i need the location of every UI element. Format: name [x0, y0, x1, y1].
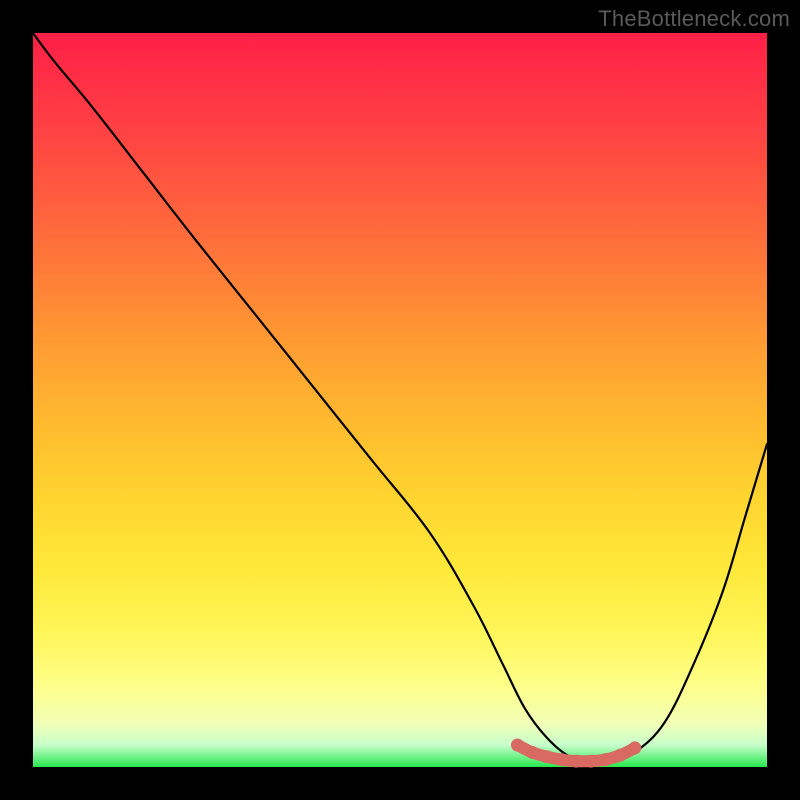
chart-frame: TheBottleneck.com	[0, 0, 800, 800]
plot-area	[33, 33, 767, 767]
bottom-marker-dots	[511, 738, 641, 767]
curve-layer	[33, 33, 767, 767]
bottleneck-curve	[33, 33, 767, 762]
watermark-text: TheBottleneck.com	[598, 6, 790, 32]
